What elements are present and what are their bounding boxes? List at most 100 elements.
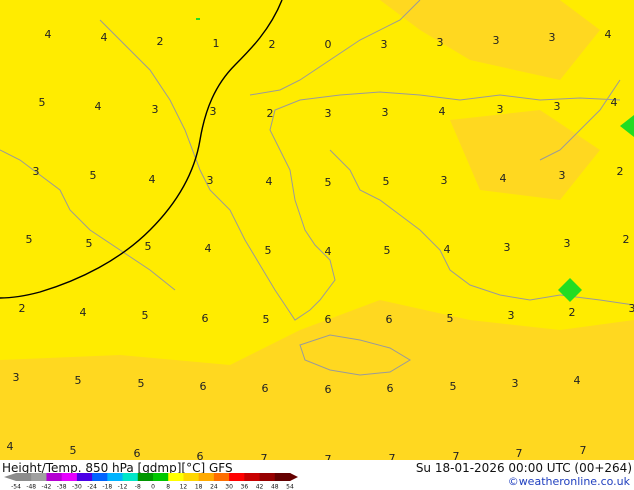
temperature-value: 2 bbox=[623, 233, 630, 246]
color-scale-tick-label: -48 bbox=[26, 484, 36, 490]
color-scale-band bbox=[76, 473, 93, 481]
color-scale-tick-label: 30 bbox=[225, 484, 233, 490]
color-scale-band bbox=[61, 473, 78, 481]
temperature-value: 3 bbox=[559, 169, 566, 182]
color-scale-band bbox=[168, 473, 184, 481]
temperature-value: 3 bbox=[512, 377, 519, 390]
temperature-value: 5 bbox=[90, 169, 97, 182]
color-scale-tick-label: 0 bbox=[151, 484, 155, 490]
temperature-value: 7 bbox=[325, 453, 332, 460]
temperature-value: 6 bbox=[325, 313, 332, 326]
temperature-value: 3 bbox=[549, 31, 556, 44]
color-scale-tick-label: -54 bbox=[11, 484, 21, 490]
color-scale-band bbox=[244, 473, 261, 481]
temperature-value: 6 bbox=[387, 382, 394, 395]
color-scale-tick-label: 18 bbox=[195, 484, 203, 490]
temperature-value: 3 bbox=[382, 106, 389, 119]
temperature-value: 5 bbox=[263, 313, 270, 326]
color-scale: -54 -48 -42 -38 -30 -24 -18 -12 -8 0 8 12 18 24 30 36 42… bbox=[4, 473, 298, 490]
temperature-value: 3 bbox=[210, 105, 217, 118]
forecast-time: Su 18-01-2026 00:00 UTC (00+264) bbox=[415, 461, 632, 475]
temperature-value: 7 bbox=[389, 452, 396, 460]
temperature-value: 7 bbox=[453, 450, 460, 460]
color-scale-arrow-left bbox=[4, 473, 16, 481]
color-scale-tick-label: 8 bbox=[166, 484, 170, 490]
color-scale-tick-label: -38 bbox=[57, 484, 67, 490]
temperature-value: 1 bbox=[213, 37, 220, 50]
temperature-value: 4 bbox=[439, 105, 446, 118]
color-scale-band bbox=[16, 473, 32, 481]
color-scale-tick-label: -8 bbox=[135, 484, 141, 490]
temperature-value: 3 bbox=[437, 36, 444, 49]
temperature-value: 4 bbox=[605, 28, 612, 41]
temperature-value: 4 bbox=[266, 175, 273, 188]
temperature-value: 2 bbox=[617, 165, 624, 178]
temperature-value: 3 bbox=[504, 241, 511, 254]
temperature-value: 4 bbox=[444, 243, 451, 256]
color-scale-tick-label: -42 bbox=[42, 484, 52, 490]
color-scale-bands bbox=[4, 473, 298, 481]
color-scale-ticks: -54 -48 -42 -38 -30 -24 -18 -12 -8 0 8 12 18 24 30 36 42… bbox=[11, 484, 294, 490]
color-scale-band bbox=[92, 473, 108, 481]
temperature-value: 5 bbox=[142, 309, 149, 322]
color-scale-tick-label: 42 bbox=[256, 484, 264, 490]
temperature-value: 6 bbox=[325, 383, 332, 396]
temperature-value: 3 bbox=[629, 302, 634, 315]
color-scale-band bbox=[274, 473, 291, 481]
temperature-value: 5 bbox=[70, 444, 77, 457]
temperature-value: 2 bbox=[19, 302, 26, 315]
temperature-value: 4 bbox=[101, 31, 108, 44]
temperature-value: 6 bbox=[262, 382, 269, 395]
temperature-value: 6 bbox=[202, 312, 209, 325]
color-scale-band bbox=[229, 473, 245, 481]
color-scale-tick-label: -24 bbox=[87, 484, 97, 490]
temperature-value: 2 bbox=[569, 306, 576, 319]
temperature-value: 5 bbox=[86, 237, 93, 250]
temperature-value: 2 bbox=[269, 38, 276, 51]
temperature-value: 5 bbox=[145, 240, 152, 253]
color-scale-arrow-right bbox=[290, 473, 298, 481]
temperature-value: 0 bbox=[325, 38, 332, 51]
temperature-value: 5 bbox=[325, 176, 332, 189]
temperature-value: 7 bbox=[580, 444, 587, 457]
temperature-value: 3 bbox=[13, 371, 20, 384]
temperature-value: 4 bbox=[500, 172, 507, 185]
color-scale-tick-label: 54 bbox=[286, 484, 294, 490]
temperature-value: 6 bbox=[134, 447, 141, 460]
temperature-value: 5 bbox=[75, 374, 82, 387]
color-scale-band bbox=[122, 473, 139, 481]
temperature-value: 3 bbox=[497, 103, 504, 116]
color-scale-band bbox=[137, 473, 154, 481]
temperature-value: 3 bbox=[33, 165, 40, 178]
temperature-value: 3 bbox=[508, 309, 515, 322]
temperature-value: 3 bbox=[554, 100, 561, 113]
temperature-value: 6 bbox=[197, 450, 204, 460]
color-scale-tick-label: -30 bbox=[72, 484, 82, 490]
color-scale-band bbox=[107, 473, 124, 481]
temperature-value: 4 bbox=[7, 440, 14, 453]
temperature-value: 5 bbox=[265, 244, 272, 257]
color-scale-band bbox=[31, 473, 47, 481]
temperature-value: 5 bbox=[450, 380, 457, 393]
temperature-value: 4 bbox=[149, 173, 156, 186]
temperature-value: 3 bbox=[441, 174, 448, 187]
cold-spot-north bbox=[196, 18, 200, 20]
temperature-value: 4 bbox=[80, 306, 87, 319]
credit-link[interactable]: ©weatheronline.co.uk bbox=[508, 475, 630, 488]
temperature-value: 4 bbox=[611, 96, 618, 109]
temperature-value: 3 bbox=[325, 107, 332, 120]
temperature-value: 4 bbox=[205, 242, 212, 255]
temperature-value: 3 bbox=[381, 38, 388, 51]
temperature-value: 2 bbox=[157, 35, 164, 48]
color-scale-band bbox=[259, 473, 276, 481]
color-scale-tick-label: -12 bbox=[118, 484, 128, 490]
temperature-value: 5 bbox=[26, 233, 33, 246]
temperature-value: 6 bbox=[200, 380, 207, 393]
temperature-value: 7 bbox=[261, 452, 268, 460]
color-scale-tick-label: 48 bbox=[271, 484, 279, 490]
color-scale-tick-label: -18 bbox=[102, 484, 112, 490]
temperature-value: 4 bbox=[45, 28, 52, 41]
temperature-value: 4 bbox=[325, 245, 332, 258]
temperature-value: 5 bbox=[138, 377, 145, 390]
temperature-value: 5 bbox=[383, 175, 390, 188]
